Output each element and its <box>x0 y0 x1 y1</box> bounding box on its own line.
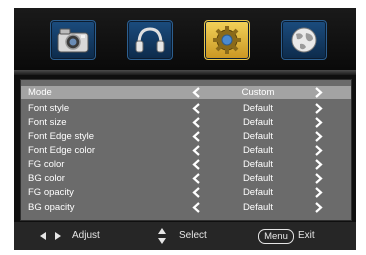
hint-select: Select <box>179 230 207 241</box>
tab-channel[interactable] <box>281 20 327 60</box>
chevron-left-icon[interactable] <box>192 131 202 142</box>
menu-row-fg-opacity[interactable]: FG opacity Default <box>21 186 351 199</box>
chevron-right-icon[interactable] <box>313 173 323 184</box>
gear-icon <box>213 26 241 54</box>
row-label: Mode <box>28 87 52 98</box>
chevron-left-icon[interactable] <box>192 187 202 198</box>
arrow-right-icon <box>55 232 61 240</box>
hint-adjust: Adjust <box>72 230 100 241</box>
chevron-right-icon[interactable] <box>313 159 323 170</box>
row-value: Default <box>242 103 274 114</box>
chevron-right-icon[interactable] <box>313 187 323 198</box>
chevron-right-icon[interactable] <box>313 131 323 142</box>
chevron-right-icon[interactable] <box>313 202 323 213</box>
menu-window: Mode Custom Font style Default Font size… <box>14 8 356 250</box>
menu-row-font-size[interactable]: Font size Default <box>21 116 351 129</box>
chevron-left-icon[interactable] <box>192 145 202 156</box>
globe-icon <box>291 27 317 53</box>
row-value: Default <box>242 173 274 184</box>
arrow-left-icon <box>40 232 46 240</box>
tab-picture[interactable] <box>50 20 96 60</box>
chevron-right-icon[interactable] <box>313 145 323 156</box>
chevron-left-icon[interactable] <box>192 103 202 114</box>
hint-exit: Exit <box>298 230 315 241</box>
tab-bar <box>14 8 356 70</box>
row-value: Default <box>242 131 274 142</box>
camera-icon <box>57 28 89 53</box>
menu-row-font-style[interactable]: Font style Default <box>21 102 351 115</box>
chevron-left-icon[interactable] <box>192 87 202 98</box>
tab-setup[interactable] <box>204 20 250 60</box>
hint-bar: Adjust Select Menu Exit <box>14 222 356 250</box>
arrow-up-icon <box>158 228 166 234</box>
row-label: BG opacity <box>28 202 75 213</box>
divider <box>14 70 356 75</box>
headphones-icon <box>135 27 165 53</box>
menu-row-bg-opacity[interactable]: BG opacity Default <box>21 201 351 214</box>
row-label: Font style <box>28 103 70 114</box>
row-label: BG color <box>28 173 65 184</box>
row-label: Font size <box>28 117 67 128</box>
menu-row-font-edge-style[interactable]: Font Edge style Default <box>21 130 351 143</box>
chevron-left-icon[interactable] <box>192 117 202 128</box>
menu-row-mode[interactable]: Mode Custom <box>21 86 351 99</box>
row-value: Custom <box>241 87 275 98</box>
menu-key-badge: Menu <box>258 229 294 244</box>
chevron-right-icon[interactable] <box>313 117 323 128</box>
arrow-down-icon <box>158 238 166 244</box>
row-label: FG opacity <box>28 187 74 198</box>
row-value: Default <box>242 145 274 156</box>
tab-sound[interactable] <box>127 20 173 60</box>
row-label: FG color <box>28 159 65 170</box>
chevron-right-icon[interactable] <box>313 87 323 98</box>
menu-row-bg-color[interactable]: BG color Default <box>21 172 351 185</box>
chevron-left-icon[interactable] <box>192 173 202 184</box>
row-value: Default <box>242 117 274 128</box>
row-value: Default <box>242 159 274 170</box>
chevron-left-icon[interactable] <box>192 202 202 213</box>
row-label: Font Edge style <box>28 131 95 142</box>
chevron-right-icon[interactable] <box>313 103 323 114</box>
menu-panel: Mode Custom Font style Default Font size… <box>20 79 352 221</box>
menu-row-font-edge-color[interactable]: Font Edge color Default <box>21 144 351 157</box>
row-value: Default <box>242 202 274 213</box>
chevron-left-icon[interactable] <box>192 159 202 170</box>
menu-row-fg-color[interactable]: FG color Default <box>21 158 351 171</box>
row-label: Font Edge color <box>28 145 96 156</box>
row-value: Default <box>242 187 274 198</box>
